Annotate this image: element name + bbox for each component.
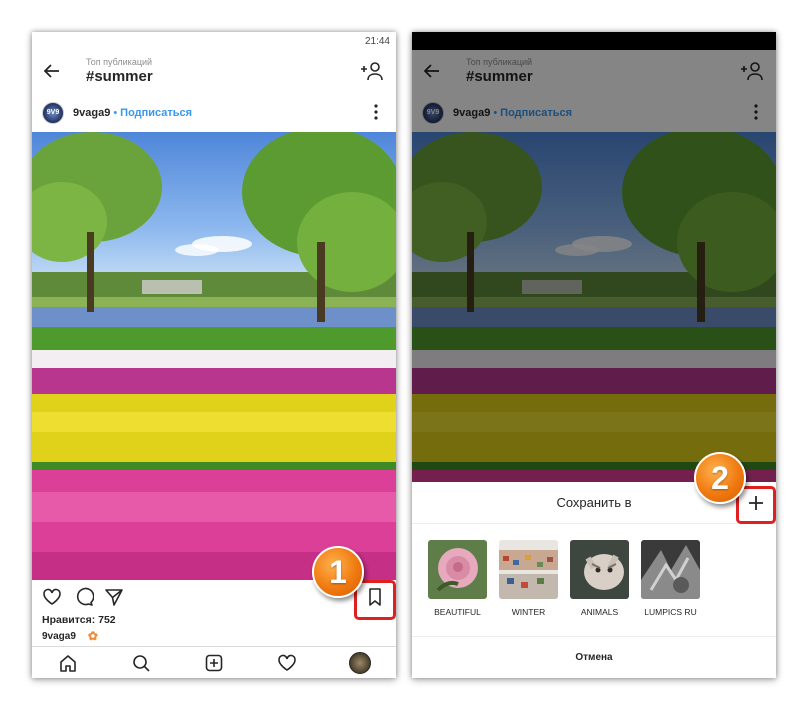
collection-thumbnail	[641, 540, 700, 599]
header-subtitle: Топ публикаций	[86, 57, 153, 67]
more-options-icon[interactable]	[368, 102, 384, 122]
top-bar: Топ публикаций #summer	[32, 50, 396, 92]
home-icon[interactable]	[57, 652, 79, 674]
collection-label: LUMPICS RU	[644, 607, 697, 617]
save-to-sheet: Сохранить в BEAUTIFUL WINTER ANIMALS LUM…	[412, 482, 776, 678]
header-titles: Топ публикаций #summer	[86, 57, 153, 85]
collection-item[interactable]: BEAUTIFUL	[422, 540, 493, 617]
bottom-nav	[32, 646, 396, 678]
back-arrow-icon[interactable]	[40, 59, 64, 83]
collection-label: ANIMALS	[580, 607, 619, 617]
profile-avatar[interactable]	[348, 651, 371, 674]
step-badge-1: 1	[312, 546, 364, 598]
collections-list: BEAUTIFUL WINTER ANIMALS LUMPICS RU	[412, 524, 776, 617]
collection-label: BEAUTIFUL	[434, 607, 481, 617]
likes-count[interactable]: Нравится: 752	[42, 614, 116, 626]
collection-thumbnail	[499, 540, 558, 599]
sheet-title: Сохранить в	[556, 495, 632, 510]
post-author-row: 9V9 9vaga9 • Подписаться	[32, 92, 396, 133]
comment-icon[interactable]	[74, 587, 95, 607]
page-title: #summer	[86, 68, 153, 85]
collection-thumbnail	[570, 540, 629, 599]
separator-dot: •	[113, 106, 118, 119]
status-bar: 21:44	[32, 32, 396, 50]
step-badge-2: 2	[694, 452, 746, 504]
caption-username[interactable]: 9vaga9	[42, 631, 76, 642]
activity-heart-icon[interactable]	[276, 652, 298, 674]
collection-item[interactable]: ANIMALS	[564, 540, 635, 617]
like-heart-icon[interactable]	[42, 587, 62, 607]
collection-item[interactable]: WINTER	[493, 540, 564, 617]
add-user-icon[interactable]	[360, 60, 384, 82]
share-send-icon[interactable]	[104, 587, 124, 607]
search-icon[interactable]	[130, 652, 152, 674]
collection-item[interactable]: LUMPICS RU	[635, 540, 706, 617]
status-time: 21:44	[364, 35, 390, 47]
caption-line: 9vaga9 ✿	[42, 629, 98, 643]
collection-label: WINTER	[511, 607, 546, 617]
post-username[interactable]: 9vaga9	[73, 107, 110, 119]
right-screen: Топ публикаций #summer 9V9 9vaga9 • Подп…	[412, 32, 776, 678]
flower-emoji-icon: ✿	[87, 629, 98, 643]
new-post-icon[interactable]	[203, 652, 225, 674]
bookmark-highlight	[354, 580, 396, 620]
avatar[interactable]: 9V9	[42, 101, 64, 124]
collection-thumbnail	[428, 540, 487, 599]
follow-button[interactable]: Подписаться	[120, 107, 192, 119]
cancel-button[interactable]: Отмена	[412, 636, 776, 678]
left-screen: 21:44 Топ публикаций #summer 9V9 9vaga9 …	[32, 32, 396, 678]
post-photo[interactable]	[32, 132, 396, 580]
